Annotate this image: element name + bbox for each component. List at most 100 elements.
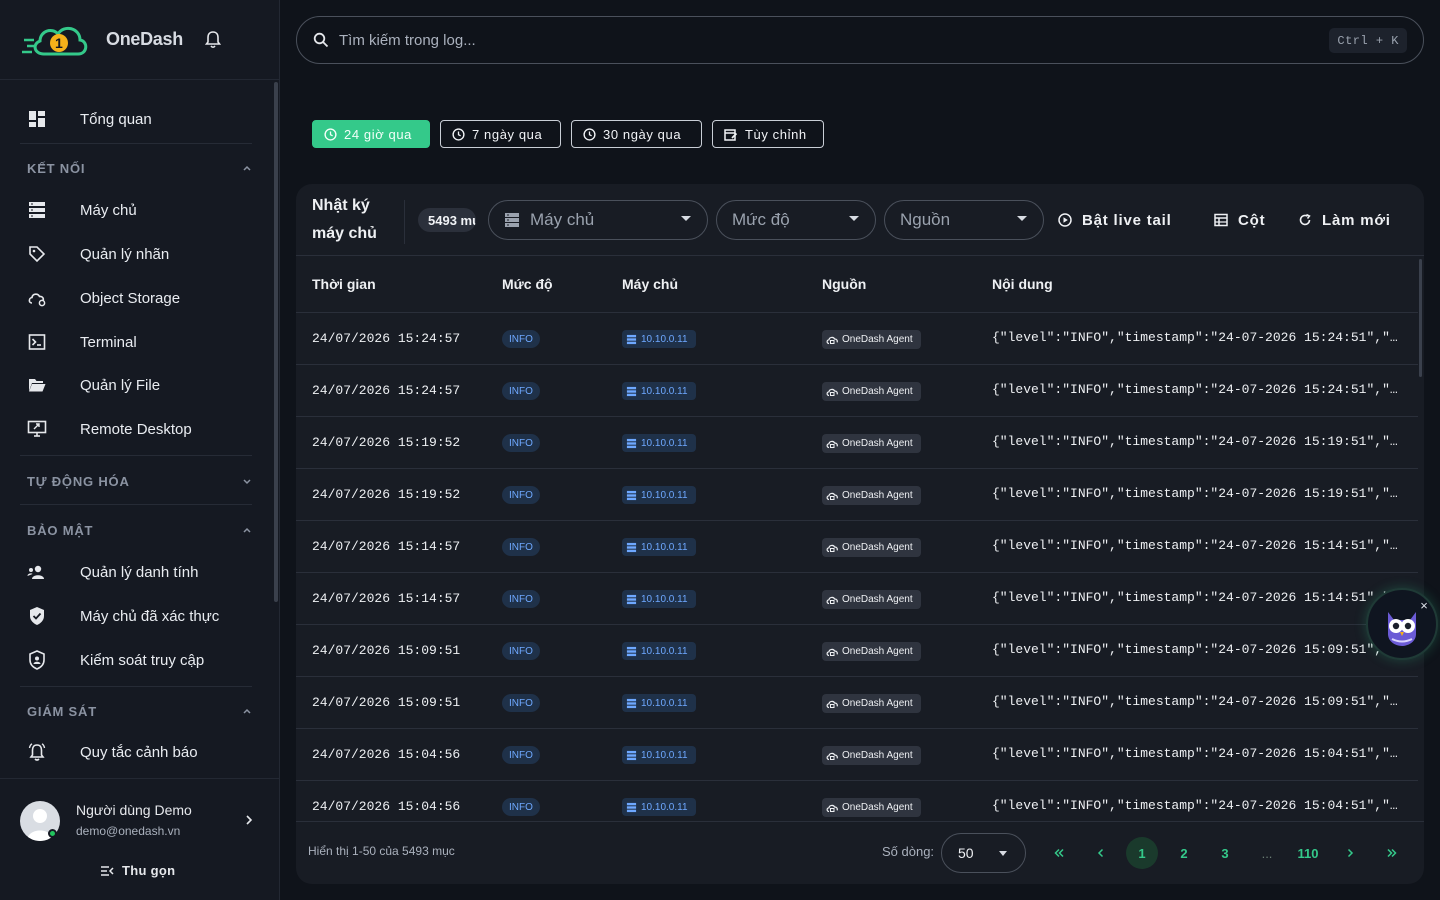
column-header-time[interactable]: Thời gian: [312, 276, 376, 292]
live-tail-button[interactable]: Bật live tail: [1058, 208, 1172, 232]
search-bar[interactable]: Ctrl + K: [296, 16, 1424, 64]
range-chip-7d[interactable]: 7 ngày qua: [440, 120, 561, 148]
column-header-level[interactable]: Mức độ: [502, 276, 553, 292]
range-chip-custom[interactable]: Tùy chỉnh: [712, 120, 824, 148]
caret-down-icon: [1017, 216, 1027, 221]
sidebar-item-terminal[interactable]: Terminal: [0, 322, 272, 362]
table-row[interactable]: 24/07/2026 15:04:56 INFO 10.10.0.11 OneDash…: [296, 781, 1418, 821]
refresh-button[interactable]: Làm mới: [1298, 208, 1391, 232]
host-badge[interactable]: 10.10.0.11: [622, 330, 696, 348]
table-row[interactable]: 24/07/2026 15:14:57 INFO 10.10.0.11 OneDash…: [296, 521, 1418, 573]
source-badge[interactable]: OneDash Agent: [822, 486, 921, 505]
sidebar-item-overview[interactable]: Tổng quan: [0, 99, 272, 139]
columns-button[interactable]: Cột: [1214, 208, 1265, 232]
server-icon: [626, 750, 637, 760]
next-page-button[interactable]: [1334, 837, 1366, 869]
sidebar-item-remote-desktop[interactable]: Remote Desktop: [0, 409, 272, 449]
range-chip-30d[interactable]: 30 ngày qua: [571, 120, 702, 148]
source-badge[interactable]: OneDash Agent: [822, 330, 921, 349]
level-badge[interactable]: INFO: [502, 642, 540, 660]
sidebar-item-alert-rules[interactable]: Quy tắc cảnh báo: [0, 732, 272, 772]
server-icon: [626, 386, 637, 396]
table-row[interactable]: 24/07/2026 15:24:57 INFO 10.10.0.11 OneDash…: [296, 365, 1418, 417]
host-badge[interactable]: 10.10.0.11: [622, 798, 696, 816]
host-badge[interactable]: 10.10.0.11: [622, 538, 696, 556]
level-badge[interactable]: INFO: [502, 382, 540, 400]
level-filter-select[interactable]: Mức độ: [716, 200, 876, 240]
host-badge[interactable]: 10.10.0.11: [622, 694, 696, 712]
host-badge[interactable]: 10.10.0.11: [622, 382, 696, 400]
table-row[interactable]: 24/07/2026 15:04:56 INFO 10.10.0.11 OneDash…: [296, 729, 1418, 781]
source-badge[interactable]: OneDash Agent: [822, 694, 921, 713]
first-page-button[interactable]: [1043, 837, 1075, 869]
sidebar-item-servers[interactable]: Máy chủ: [0, 190, 272, 230]
level-badge[interactable]: INFO: [502, 746, 540, 764]
sidebar-item-file-manager[interactable]: Quản lý File: [0, 365, 272, 405]
page-button-2[interactable]: 2: [1168, 837, 1200, 869]
table-row[interactable]: 24/07/2026 15:09:51 INFO 10.10.0.11 OneDash…: [296, 677, 1418, 729]
level-badge[interactable]: INFO: [502, 486, 540, 504]
sidebar-item-access-control[interactable]: Kiểm soát truy cập: [0, 640, 272, 680]
host-badge[interactable]: 10.10.0.11: [622, 590, 696, 608]
onedash-logo[interactable]: 1: [22, 18, 94, 62]
source-badge[interactable]: OneDash Agent: [822, 382, 921, 401]
sidebar-item-labels[interactable]: Quản lý nhãn: [0, 234, 272, 274]
source-badge[interactable]: OneDash Agent: [822, 746, 921, 765]
user-profile[interactable]: Người dùng Demo demo@onedash.vn Thu gọn: [0, 778, 279, 900]
section-security[interactable]: BẢO MẬT: [27, 518, 252, 542]
section-connect[interactable]: KẾT NỐI: [27, 156, 252, 180]
column-header-host[interactable]: Máy chủ: [622, 276, 678, 292]
page-button-last[interactable]: 110: [1292, 837, 1324, 869]
table-row[interactable]: 24/07/2026 15:14:57 INFO 10.10.0.11 OneDash…: [296, 573, 1418, 625]
host-label: 10.10.0.11: [641, 593, 688, 605]
source-badge[interactable]: OneDash Agent: [822, 538, 921, 557]
host-badge[interactable]: 10.10.0.11: [622, 642, 696, 660]
table-row[interactable]: 24/07/2026 15:19:52 INFO 10.10.0.11 OneDash…: [296, 469, 1418, 521]
host-badge[interactable]: 10.10.0.11: [622, 434, 696, 452]
brand: 1 OneDash: [0, 0, 279, 80]
range-chip-24h[interactable]: 24 giờ qua: [312, 120, 430, 148]
host-filter-select[interactable]: Máy chủ: [488, 200, 708, 240]
last-page-button[interactable]: [1376, 837, 1408, 869]
section-automation[interactable]: TỰ ĐỘNG HÓA: [27, 469, 252, 493]
collapse-sidebar-button[interactable]: Thu gọn: [100, 863, 175, 878]
notification-bell-icon[interactable]: [203, 30, 223, 50]
column-header-source[interactable]: Nguồn: [822, 276, 866, 292]
sidebar-scrollbar-thumb[interactable]: [274, 82, 278, 602]
host-badge[interactable]: 10.10.0.11: [622, 486, 696, 504]
sidebar-scrollbar[interactable]: [272, 80, 280, 778]
level-badge[interactable]: INFO: [502, 538, 540, 556]
table-row[interactable]: 24/07/2026 15:24:57 INFO 10.10.0.11 OneDash…: [296, 313, 1418, 365]
sidebar-item-identity[interactable]: Quản lý danh tính: [0, 552, 272, 592]
source-badge[interactable]: OneDash Agent: [822, 798, 921, 817]
server-icon: [626, 334, 637, 344]
page-button-1[interactable]: 1: [1126, 837, 1158, 869]
collapse-label: Thu gọn: [122, 863, 176, 878]
page-button-3[interactable]: 3: [1209, 837, 1241, 869]
level-badge[interactable]: INFO: [502, 694, 540, 712]
users-icon: [27, 562, 47, 582]
host-label: 10.10.0.11: [641, 489, 688, 501]
search-input[interactable]: [339, 31, 1239, 49]
prev-page-button[interactable]: [1085, 837, 1117, 869]
source-badge[interactable]: OneDash Agent: [822, 642, 921, 661]
sidebar-item-object-storage[interactable]: Object Storage: [0, 278, 272, 318]
table-scrollbar[interactable]: [1418, 257, 1424, 821]
chevron-right-icon[interactable]: [242, 813, 256, 827]
source-badge[interactable]: OneDash Agent: [822, 590, 921, 609]
table-scrollbar-thumb[interactable]: [1419, 259, 1422, 377]
host-badge[interactable]: 10.10.0.11: [622, 746, 696, 764]
level-badge[interactable]: INFO: [502, 798, 540, 816]
level-badge[interactable]: INFO: [502, 330, 540, 348]
level-badge[interactable]: INFO: [502, 434, 540, 452]
column-header-message[interactable]: Nội dung: [992, 276, 1053, 292]
sidebar-item-verified-servers[interactable]: Máy chủ đã xác thực: [0, 596, 272, 636]
table-row[interactable]: 24/07/2026 15:19:52 INFO 10.10.0.11 OneDash…: [296, 417, 1418, 469]
table-row[interactable]: 24/07/2026 15:09:51 INFO 10.10.0.11 OneDash…: [296, 625, 1418, 677]
source-badge[interactable]: OneDash Agent: [822, 434, 921, 453]
level-badge[interactable]: INFO: [502, 590, 540, 608]
rows-per-page-select[interactable]: 50: [941, 833, 1026, 873]
close-icon[interactable]: ×: [1416, 598, 1432, 614]
section-monitoring[interactable]: GIÁM SÁT: [27, 699, 252, 723]
source-filter-select[interactable]: Nguồn: [884, 200, 1044, 240]
